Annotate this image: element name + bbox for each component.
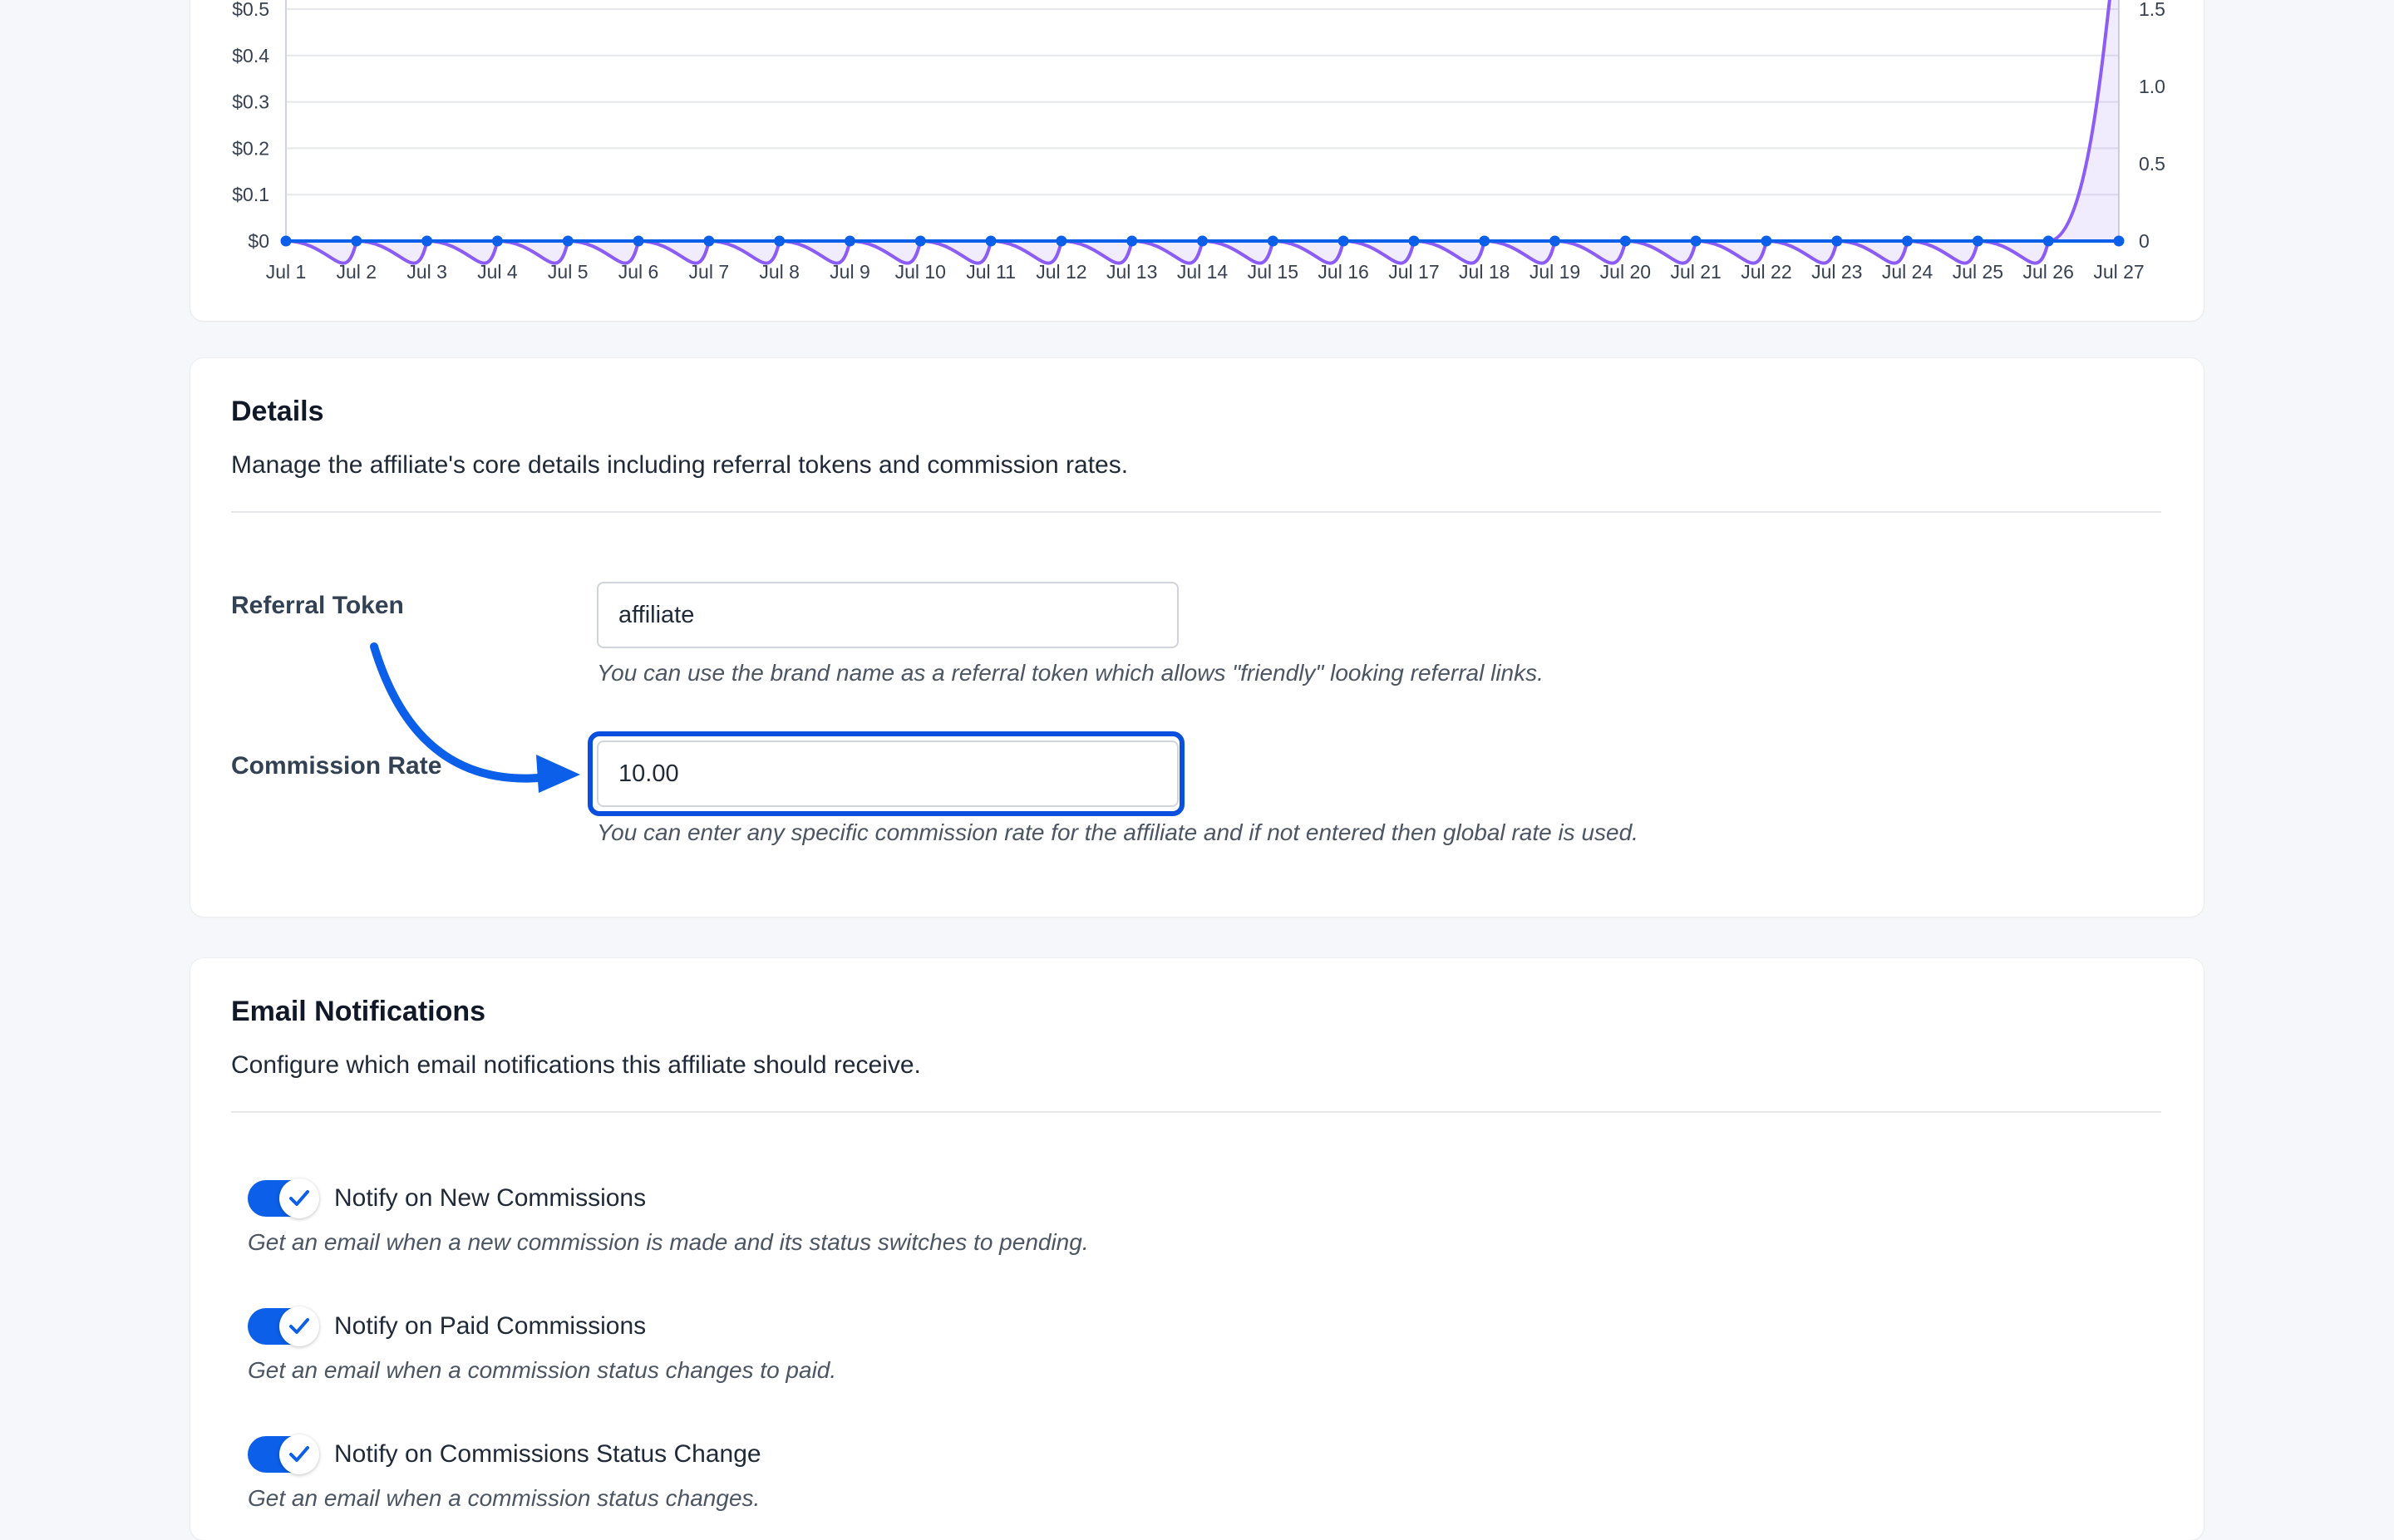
referral-token-label: Referral Token: [231, 592, 404, 619]
x-tick-label: Jul 13: [1106, 261, 1157, 283]
x-tick-label: Jul 20: [1600, 261, 1651, 283]
series-secondary-line: [285, 0, 2111, 265]
series-earnings-point: [1267, 235, 1278, 247]
x-tick-label: Jul 11: [966, 261, 1016, 283]
x-tick-label: Jul 12: [1036, 261, 1086, 283]
x-tick-label: Jul 18: [1459, 261, 1510, 283]
x-tick-label: Jul 26: [2023, 261, 2074, 283]
series-earnings-point: [491, 235, 503, 247]
x-tick-label: Jul 19: [1530, 261, 1580, 283]
referral-token-help: You can use the brand name as a referral…: [597, 660, 1544, 686]
x-tick-label: Jul 24: [1882, 261, 1933, 283]
y-right-tick-label: 1.5: [2139, 0, 2165, 20]
series-earnings-point: [1831, 235, 1843, 247]
series-earnings-point: [280, 235, 292, 247]
series-earnings-point: [914, 235, 926, 247]
notify-new-commissions-label: Notify on New Commissions: [334, 1184, 647, 1212]
series-earnings-point: [1761, 235, 1772, 247]
x-tick-label: Jul 22: [1741, 261, 1791, 283]
x-tick-label: Jul 1: [266, 261, 307, 283]
y-left-tick-label: $0.1: [232, 184, 269, 205]
series-earnings-point: [703, 235, 715, 247]
check-icon: [279, 1434, 319, 1474]
x-tick-label: Jul 27: [2093, 261, 2144, 283]
y-left-tick-label: $0.2: [232, 137, 269, 159]
y-right-tick-label: 1.0: [2139, 76, 2165, 97]
earnings-chart: $0 $0.1 $0.2 $0.3 $0.4 $0.5 0 0.5 1.0 1.5 Jul 1 Jul…: [232, 0, 2165, 283]
series-earnings-point: [774, 235, 786, 247]
x-tick-label: Jul 10: [895, 261, 946, 283]
series-earnings-point: [351, 235, 362, 247]
email-notifications-title: Email Notifications: [231, 996, 486, 1027]
y-right-tick-label: 0.5: [2139, 153, 2165, 175]
y-right-tick-label: 0: [2139, 230, 2150, 252]
series-secondary-area: [286, 0, 2119, 263]
series-earnings-point: [1690, 235, 1702, 247]
check-icon: [279, 1306, 319, 1346]
series-earnings-point: [1902, 235, 1914, 247]
series-earnings-point: [1549, 235, 1561, 247]
x-tick-label: Jul 16: [1318, 261, 1368, 283]
series-earnings-point: [1126, 235, 1138, 247]
x-tick-label: Jul 17: [1388, 261, 1439, 283]
email-notifications-description: Configure which email notifications this…: [231, 1051, 921, 1079]
series-earnings-point: [633, 235, 644, 247]
details-title: Details: [231, 396, 324, 427]
x-tick-label: Jul 15: [1248, 261, 1298, 283]
notify-status-change-label: Notify on Commissions Status Change: [334, 1440, 761, 1468]
series-earnings-point: [1197, 235, 1208, 247]
series-earnings-point: [1408, 235, 1420, 247]
series-earnings-point: [1479, 235, 1490, 247]
commission-rate-help: You can enter any specific commission ra…: [597, 819, 1638, 845]
notify-status-change-description: Get an email when a commission status ch…: [248, 1485, 761, 1511]
y-left-tick-label: $0.4: [232, 45, 269, 66]
x-tick-label: Jul 14: [1177, 261, 1229, 283]
notify-paid-commissions-description: Get an email when a commission status ch…: [248, 1357, 837, 1383]
email-notifications-divider: [231, 1111, 2161, 1113]
series-earnings-point: [2042, 235, 2054, 247]
annotation-arrow-icon: [370, 642, 580, 793]
series-earnings-point: [421, 235, 433, 247]
series-earnings-point: [1619, 235, 1631, 247]
notify-paid-commissions-label: Notify on Paid Commissions: [334, 1312, 647, 1340]
check-icon: [279, 1178, 319, 1218]
notify-new-commissions-toggle[interactable]: [248, 1178, 319, 1218]
series-earnings-point: [844, 235, 855, 247]
notify-status-change-toggle[interactable]: [248, 1434, 319, 1474]
notify-paid-commissions-row: Notify on Paid Commissions: [248, 1306, 647, 1346]
x-tick-label: Jul 25: [1953, 261, 2003, 283]
notify-status-change-row: Notify on Commissions Status Change: [248, 1434, 761, 1474]
commission-rate-input[interactable]: [597, 740, 1179, 807]
series-earnings-point: [1972, 235, 1983, 247]
x-tick-label: Jul 21: [1670, 261, 1721, 283]
x-tick-label: Jul 23: [1811, 261, 1862, 283]
notify-new-commissions-description: Get an email when a new commission is ma…: [248, 1229, 1089, 1255]
notify-new-commissions-row: Notify on New Commissions: [248, 1178, 647, 1218]
series-earnings-point: [1056, 235, 1067, 247]
referral-token-input[interactable]: [597, 582, 1179, 648]
series-earnings-point: [1337, 235, 1349, 247]
y-left-tick-label: $0.5: [232, 0, 269, 20]
series-earnings-point: [2113, 235, 2125, 247]
y-left-tick-label: $0: [248, 230, 269, 252]
notify-paid-commissions-toggle[interactable]: [248, 1306, 319, 1346]
y-left-tick-label: $0.3: [232, 91, 269, 113]
series-earnings-point: [985, 235, 997, 247]
details-description: Manage the affiliate's core details incl…: [231, 451, 1129, 479]
details-divider: [231, 511, 2161, 513]
series-earnings-point: [562, 235, 574, 247]
